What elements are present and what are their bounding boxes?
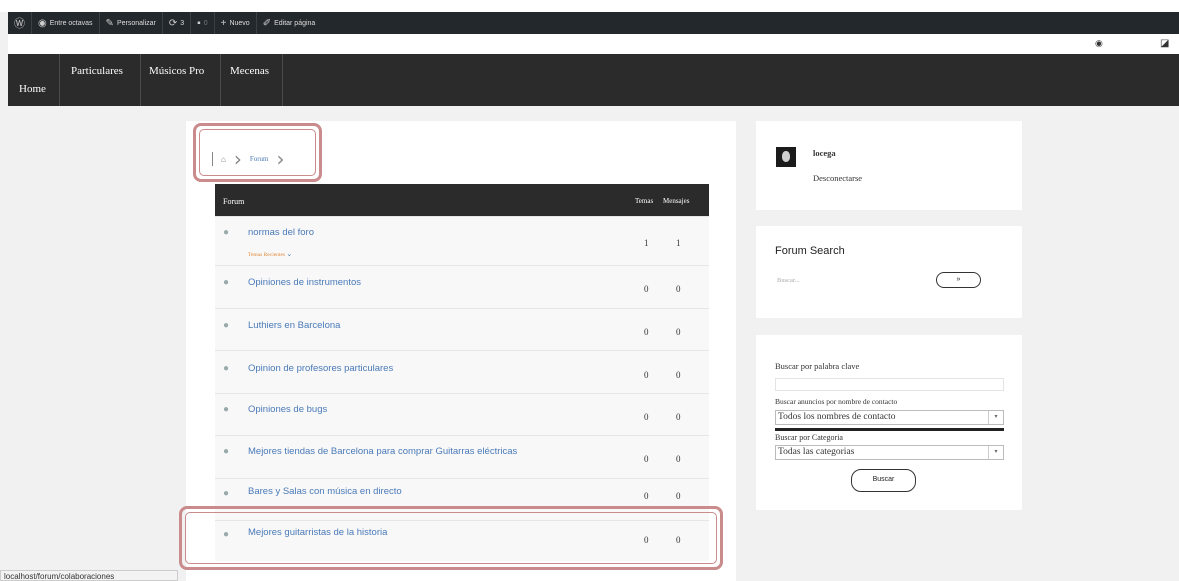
topics-count: 0 [644,284,649,294]
ad-search-button[interactable]: Buscar [851,469,916,492]
forum-title[interactable]: Mejores tiendas de Barcelona para compra… [248,446,517,457]
forum-icon: ● [223,320,230,331]
site-name-button[interactable]: ◉ Entre octavas [32,12,100,34]
site-name-label: Entre octavas [49,19,93,27]
divider [775,428,1004,431]
edit-page-button[interactable]: ✐ Editar página [257,12,322,34]
forum-icon: ● [223,227,230,238]
nav-particulares[interactable]: Particulares [71,65,123,77]
header-topics: Temas [635,197,654,205]
chevron-down-icon: ▾ [988,446,1003,459]
forum-search-widget [756,226,1022,318]
forum-row[interactable]: ● Opiniones de bugs 0 0 [215,393,709,436]
nav-separator [282,54,283,106]
highlight-box-row [179,506,723,570]
status-bar-url: localhost/forum/colaboraciones [0,570,178,581]
category-select-value: Todas las categorias [778,447,855,457]
pencil-icon: ✐ [262,17,272,29]
forum-search-button[interactable]: » [936,272,981,288]
nav-home[interactable]: Home [19,83,46,95]
topics-count: 0 [644,327,649,337]
wordpress-icon: Ⓦ [14,18,25,30]
forum-row[interactable]: ● Luthiers en Barcelona 0 0 [215,308,709,351]
forum-row[interactable]: ● Opiniones de instrumentos 0 0 [215,265,709,309]
forum-title[interactable]: Opiniones de instrumentos [248,277,361,288]
nav-separator [59,54,60,106]
contact-select[interactable]: Todos los nombres de contacto ▾ [775,410,1004,425]
nav-separator [140,54,141,106]
forum-title[interactable]: Bares y Salas con música en directo [248,486,402,497]
admin-bar: Ⓦ ◉ Entre octavas ✎ Personalizar ⟳ 3 ▪ 0 + Nu… [8,12,1179,34]
forum-title[interactable]: Opiniones de bugs [248,404,327,415]
chevron-down-icon: ▾ [988,411,1003,424]
dashboard-icon: ◉ [38,17,47,29]
avatar[interactable] [776,147,796,167]
posts-count: 0 [676,284,681,294]
header-posts: Mensajes [663,197,690,205]
plus-icon: + [220,17,227,29]
forum-icon: ● [223,363,230,374]
username[interactable]: locega [813,148,836,158]
toggle-icon[interactable]: ◪ [1160,38,1169,49]
logout-link[interactable]: Desconectarse [813,173,862,183]
keyword-label: Buscar por palabra clave [775,361,860,371]
forum-row[interactable]: ● normas del foro Temas Recientes ⌄ 1 1 [215,216,709,266]
forum-icon: ● [223,446,230,457]
forum-row[interactable]: ● Opinion de profesores particulares 0 0 [215,350,709,394]
forum-table-header: Forum Temas Mensajes [215,184,709,216]
forum-row[interactable]: ● Mejores tiendas de Barcelona para comp… [215,435,709,479]
forum-title[interactable]: normas del foro [248,227,314,238]
top-strip [0,0,1179,12]
posts-count: 0 [676,370,681,380]
posts-count: 0 [676,491,681,501]
nav-separator [220,54,221,106]
chevron-down-icon: ⌄ [286,250,293,258]
posts-count: 0 [676,454,681,464]
forum-icon: ● [223,404,230,415]
posts-count: 0 [676,327,681,337]
main-navigation: Home Particulares Músicos Pro Mecenas [8,54,1179,106]
sub-bar: ◉ ◪ [8,34,1179,54]
forum-icon: ● [223,488,230,499]
new-label: Nuevo [229,19,250,27]
keyword-input[interactable] [775,378,1004,391]
topics-count: 0 [644,454,649,464]
nav-mecenas[interactable]: Mecenas [230,65,269,77]
brush-icon: ✎ [105,17,114,29]
forum-search-title: Forum Search [775,245,845,257]
updates-icon: ⟳ [168,17,178,29]
category-select[interactable]: Todas las categorias ▾ [775,445,1004,460]
posts-count: 0 [676,412,681,422]
comments-count: 0 [203,19,208,27]
settings-icon[interactable]: ◉ [1095,38,1103,49]
comment-icon: ▪ [197,17,201,29]
forum-title[interactable]: Opinion de profesores particulares [248,363,393,374]
comments-button[interactable]: ▪ 0 [191,12,215,34]
recent-topics-link[interactable]: Temas Recientes ⌄ [248,250,292,258]
contact-select-value: Todos los nombres de contacto [778,412,896,422]
forum-search-input[interactable]: Buscar... [777,277,800,284]
highlight-box-breadcrumb [193,123,322,182]
edit-page-label: Editar página [274,19,316,27]
contact-label: Buscar anuncios por nombre de contacto [775,397,898,406]
customize-button[interactable]: ✎ Personalizar [100,12,163,34]
recent-topics-label: Temas Recientes [248,252,286,258]
forum-title[interactable]: Luthiers en Barcelona [248,320,340,331]
topics-count: 0 [644,491,649,501]
topics-count: 1 [644,238,649,248]
forum-icon: ● [223,277,230,288]
customize-label: Personalizar [116,19,156,27]
updates-count: 3 [180,19,185,27]
topics-count: 0 [644,412,649,422]
header-forum: Forum [223,197,245,206]
new-button[interactable]: + Nuevo [215,12,257,34]
updates-button[interactable]: ⟳ 3 [163,12,192,34]
wp-logo-button[interactable]: Ⓦ [8,12,32,34]
posts-count: 1 [676,238,681,248]
topics-count: 0 [644,370,649,380]
nav-musicos-pro[interactable]: Músicos Pro [149,65,204,77]
category-label: Buscar por Categoria [775,433,843,442]
